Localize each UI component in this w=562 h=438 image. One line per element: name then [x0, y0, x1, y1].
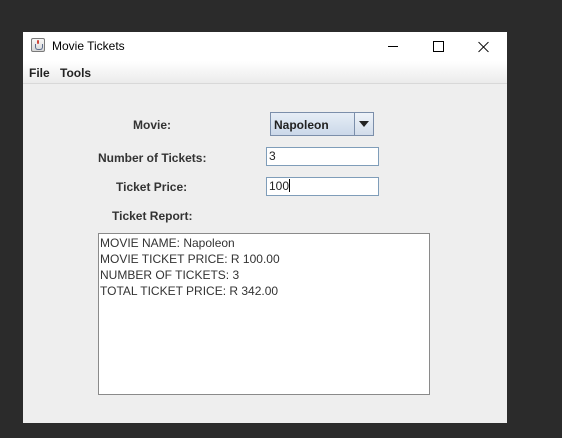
ticket-price-field[interactable]: 100: [266, 177, 379, 196]
window-title: Movie Tickets: [52, 39, 125, 53]
report-line: NUMBER OF TICKETS: 3: [100, 268, 240, 282]
minimize-button[interactable]: [370, 32, 416, 61]
number-of-tickets-value: 3: [269, 149, 276, 163]
app-window: Movie Tickets File Tools Movie: Napoleon…: [23, 32, 507, 423]
movie-selected-value: Napoleon: [274, 118, 329, 132]
ticket-report-label: Ticket Report:: [112, 209, 193, 223]
report-line: TOTAL TICKET PRICE: R 342.00: [100, 284, 279, 298]
chevron-down-icon[interactable]: [354, 113, 373, 135]
text-caret: [289, 179, 291, 192]
number-of-tickets-label: Number of Tickets:: [98, 151, 207, 165]
movie-label: Movie:: [133, 118, 172, 132]
title-bar[interactable]: Movie Tickets: [23, 32, 507, 61]
movie-dropdown[interactable]: Napoleon: [270, 112, 374, 136]
ticket-report-area[interactable]: MOVIE NAME: Napoleon MOVIE TICKET PRICE:…: [98, 233, 430, 395]
close-button[interactable]: [461, 32, 507, 61]
report-line: MOVIE NAME: Napoleon: [100, 236, 235, 250]
maximize-button[interactable]: [415, 32, 461, 61]
menu-file[interactable]: File: [29, 66, 50, 80]
menu-tools[interactable]: Tools: [60, 66, 91, 80]
number-of-tickets-field[interactable]: 3: [266, 147, 379, 166]
ticket-price-label: Ticket Price:: [116, 180, 188, 194]
menu-bar: File Tools: [23, 61, 507, 84]
java-cup-icon: [31, 38, 45, 52]
report-line: MOVIE TICKET PRICE: R 100.00: [100, 252, 280, 266]
ticket-price-value: 100: [269, 179, 290, 193]
